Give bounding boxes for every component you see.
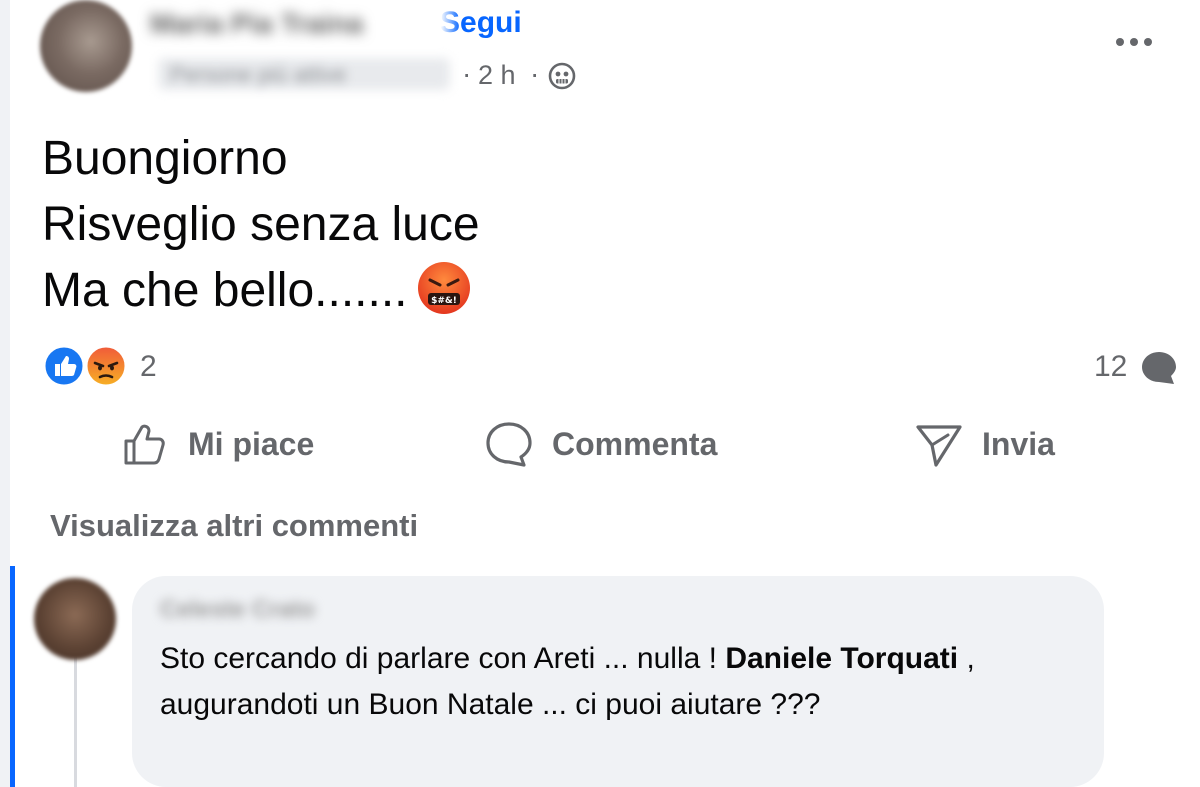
- name-fade: [432, 4, 460, 42]
- post-line: Ma che bello.......: [42, 264, 408, 317]
- commenter-name[interactable]: Celeste Crato: [160, 596, 336, 626]
- like-label: Mi piace: [188, 425, 315, 462]
- svg-text:$#&!: $#&!: [431, 296, 457, 306]
- comment-label: Commenta: [552, 425, 718, 462]
- author-avatar[interactable]: [40, 0, 132, 92]
- view-more-comments-link[interactable]: Visualizza altri commenti: [50, 508, 418, 544]
- thumbs-up-icon: [124, 424, 165, 465]
- more-options-icon[interactable]: [1110, 26, 1158, 58]
- comment-text: Sto cercando di parlare con Areti ... nu…: [160, 636, 1080, 728]
- angry-cursing-emoji-icon: $#&!: [417, 262, 470, 314]
- globe-icon: [548, 62, 576, 90]
- meta-separator: ·: [530, 58, 540, 89]
- comment-icon: [486, 422, 532, 467]
- comment-count[interactable]: 12: [1094, 350, 1127, 384]
- meta-separator: ·: [462, 58, 472, 89]
- highlight-bar: [10, 566, 15, 787]
- author-name[interactable]: Maria Pia Traina: [150, 8, 410, 40]
- comment-bubble-icon[interactable]: [1140, 350, 1178, 386]
- send-icon: [916, 425, 962, 467]
- reaction-count[interactable]: 2: [140, 350, 157, 384]
- comment-button[interactable]: Commenta: [484, 412, 717, 476]
- mention-link[interactable]: Daniele Torquati: [725, 642, 958, 675]
- comment-text-part: Sto cercando di parlare con Areti ... nu…: [160, 642, 726, 675]
- commenter-avatar[interactable]: [34, 578, 116, 660]
- post-line: Risveglio senza luce: [42, 198, 480, 251]
- like-button[interactable]: Mi piace: [120, 412, 314, 476]
- thread-connector: [74, 655, 77, 787]
- audience-label: Persone più attive: [170, 62, 347, 87]
- post-timestamp[interactable]: 2 h: [478, 60, 516, 91]
- post-line-with-emoji: Ma che bello....... $#&!: [42, 258, 480, 324]
- angry-reaction-icon[interactable]: [84, 344, 128, 388]
- post-line: Buongiorno: [42, 132, 288, 185]
- like-reaction-icon[interactable]: [42, 344, 86, 388]
- page-edge: [0, 0, 10, 787]
- post-body: Buongiorno Risveglio senza luce Ma che b…: [42, 126, 480, 324]
- send-label: Invia: [982, 425, 1055, 462]
- send-button[interactable]: Invia: [914, 412, 1055, 476]
